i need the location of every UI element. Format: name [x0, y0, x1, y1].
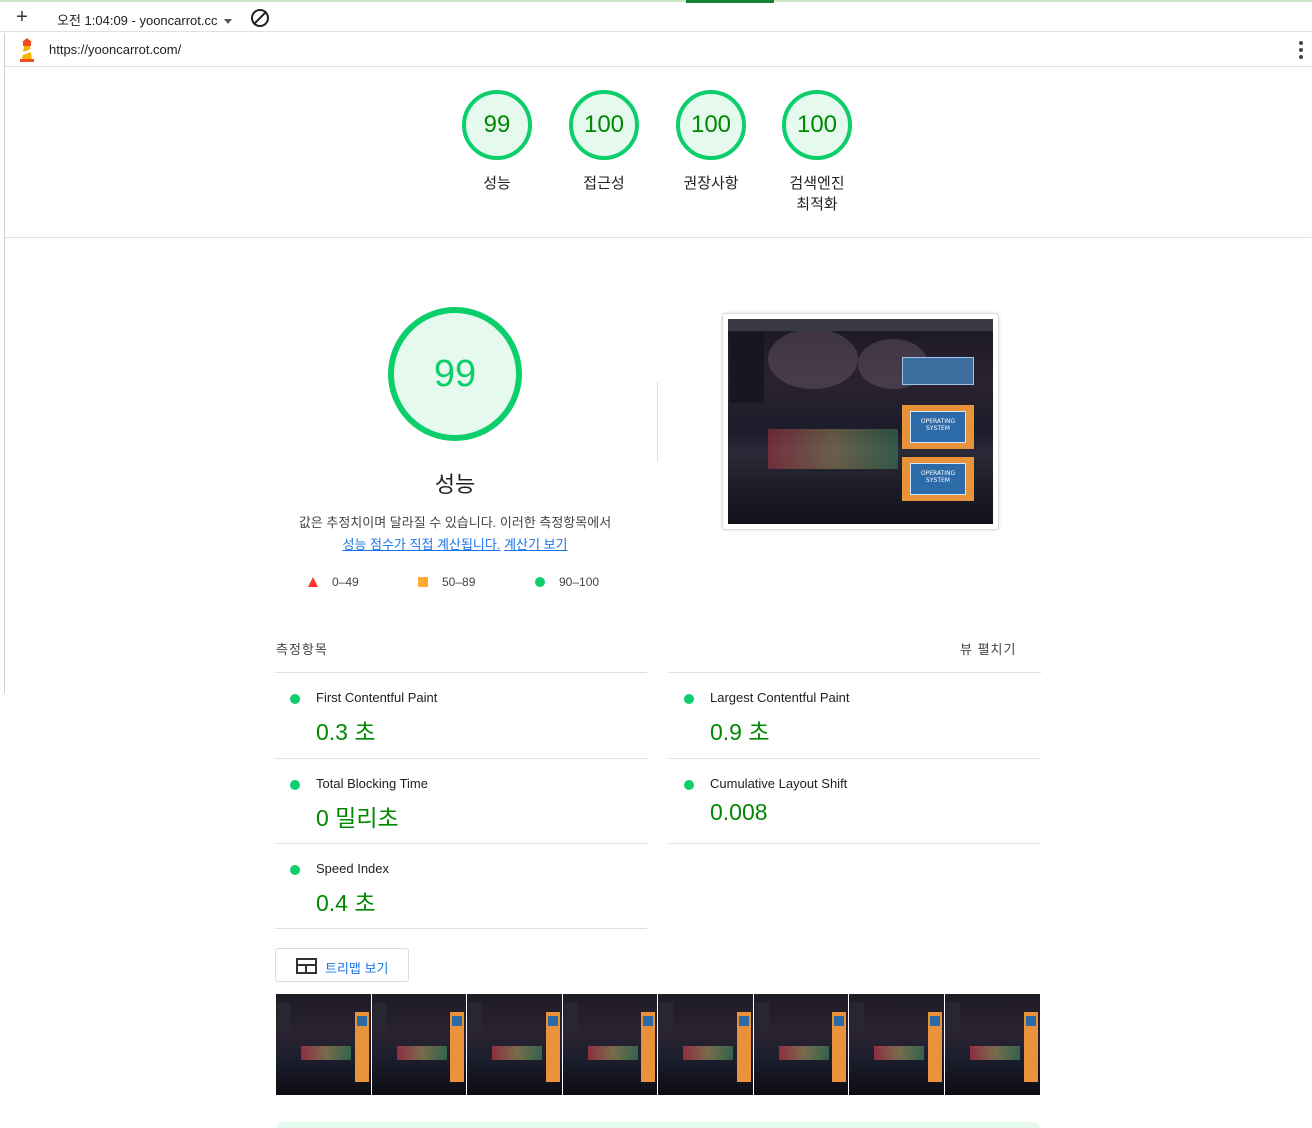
gauge-performance[interactable]: 99 성능 — [442, 90, 552, 194]
gauge-score: 100 — [676, 90, 746, 160]
gauge-label: 성능 — [483, 175, 511, 192]
gauge-label: 권장사항 — [683, 175, 739, 192]
final-screenshot[interactable]: OPERATING SYSTEM OPERATING SYSTEM — [722, 313, 999, 530]
screenshot-text: OPERATING SYSTEM — [910, 411, 966, 443]
metric-name: Speed Index — [316, 861, 390, 876]
lighthouse-icon — [20, 38, 34, 62]
metric-tbt: Total Blocking Time 0 밀리초 — [275, 758, 647, 844]
performance-gauge: 99 — [388, 307, 522, 441]
clear-icon[interactable] — [251, 9, 269, 27]
metric-name: Cumulative Layout Shift — [710, 776, 848, 791]
performance-title: 성능 — [434, 472, 476, 497]
metric-lcp: Largest Contentful Paint 0.9 초 — [669, 672, 1041, 758]
metric-value: 0.4 초 — [316, 890, 376, 916]
metric-value: 0.008 — [710, 799, 768, 825]
gauge-label: 접근성 — [583, 175, 625, 192]
active-tab-indicator — [686, 0, 774, 3]
circle-icon — [535, 577, 545, 587]
add-report-button[interactable]: + — [12, 7, 32, 28]
score-calculation-link[interactable]: 성능 점수가 직접 계산됩니다. — [342, 537, 500, 552]
legend-pass-label: 90–100 — [559, 575, 600, 589]
legend-pass: 90–100 — [535, 575, 599, 589]
filmstrip-frame — [849, 994, 945, 1095]
score-summary: 99 성능 100 접근성 100 권장사항 100 검색엔진 최적화 — [5, 68, 1311, 238]
metric-value: 0.3 초 — [316, 719, 376, 745]
divider — [275, 928, 647, 929]
calculator-link[interactable]: 계산기 보기 — [504, 537, 567, 552]
filmstrip-frame — [467, 994, 563, 1095]
gauge-accessibility[interactable]: 100 접근성 — [549, 90, 659, 194]
filmstrip-frame — [562, 994, 658, 1095]
filmstrip — [276, 994, 1040, 1095]
pass-icon — [684, 780, 694, 790]
filmstrip-frame — [944, 994, 1040, 1095]
metric-speed-index: Speed Index 0.4 초 — [275, 843, 647, 929]
square-icon — [418, 577, 428, 587]
section-divider — [657, 382, 658, 462]
metrics-title: 측정항목 — [276, 642, 328, 657]
gauge-score: 100 — [569, 90, 639, 160]
toolbar: + 오전 1:04:09 - yooncarrot.cc — [0, 0, 1312, 32]
gauge-seo[interactable]: 100 검색엔진 최적화 — [762, 90, 872, 215]
filmstrip-frame — [371, 994, 467, 1095]
report-select-label: 오전 1:04:09 - yooncarrot.cc — [57, 13, 218, 28]
performance-description: 값은 추정치이며 달라질 수 있습니다. 이러한 측정항목에서 — [298, 515, 612, 530]
pass-icon — [290, 865, 300, 875]
metric-name: First Contentful Paint — [316, 690, 438, 705]
divider — [669, 843, 1041, 844]
treemap-icon — [296, 958, 317, 974]
gauge-score: 99 — [462, 90, 532, 160]
triangle-icon — [308, 577, 318, 587]
filmstrip-frame — [658, 994, 754, 1095]
caret-down-icon — [223, 19, 232, 25]
metric-name: Largest Contentful Paint — [710, 690, 850, 705]
gauge-label-line: 검색엔진 — [789, 175, 845, 192]
screenshot-image: OPERATING SYSTEM OPERATING SYSTEM — [728, 319, 993, 524]
report-select[interactable]: 오전 1:04:09 - yooncarrot.cc — [57, 10, 232, 29]
metric-value: 0.9 초 — [710, 719, 770, 745]
metric-value: 0 밀리초 — [316, 805, 399, 831]
screenshot-text: OPERATING SYSTEM — [910, 463, 966, 495]
pass-icon — [290, 780, 300, 790]
treemap-label: 트리맵 보기 — [325, 961, 389, 976]
metric-cls: Cumulative Layout Shift 0.008 — [669, 758, 1041, 844]
filmstrip-frame — [276, 994, 372, 1095]
gauge-label: 검색엔진 최적화 — [762, 173, 872, 215]
pass-icon — [684, 694, 694, 704]
gauge-score: 100 — [782, 90, 852, 160]
legend-fail: 0–49 — [308, 575, 359, 589]
more-options-icon[interactable] — [1298, 41, 1304, 61]
pass-icon — [290, 694, 300, 704]
gauge-label-line: 최적화 — [796, 196, 838, 213]
audit-group-header — [276, 1122, 1040, 1128]
expand-view-toggle[interactable]: 뷰 펼치기 — [960, 639, 1016, 658]
gauge-best-practices[interactable]: 100 권장사항 — [656, 90, 766, 194]
view-treemap-button[interactable]: 트리맵 보기 — [275, 948, 409, 982]
legend-average-label: 50–89 — [442, 575, 476, 589]
filmstrip-frame — [753, 994, 849, 1095]
report-url-bar: https://yooncarrot.com/ — [5, 33, 1312, 67]
metric-fcp: First Contentful Paint 0.3 초 — [275, 672, 647, 758]
performance-links: 성능 점수가 직접 계산됩니다. 계산기 보기 — [260, 534, 650, 553]
report-url[interactable]: https://yooncarrot.com/ — [49, 42, 181, 57]
legend-fail-label: 0–49 — [332, 575, 359, 589]
metric-name: Total Blocking Time — [316, 776, 428, 791]
legend-average: 50–89 — [418, 575, 475, 589]
